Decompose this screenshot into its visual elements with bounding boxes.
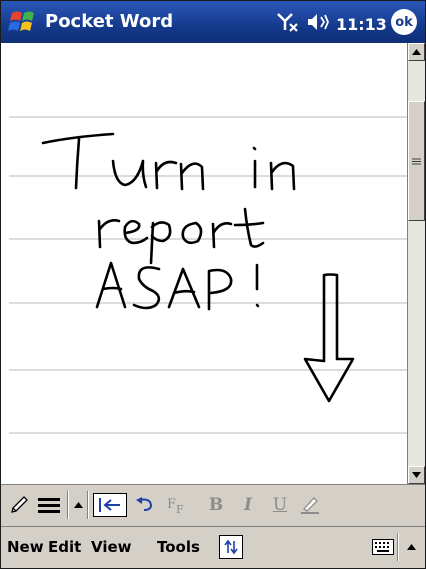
pocket-pc-window: Pocket Word 11:13 ok F F B I U New Edit … <box>0 0 426 569</box>
scrollbar-thumb[interactable] <box>408 101 425 221</box>
sort-icon[interactable] <box>219 535 243 559</box>
sip-chevron-up-icon[interactable] <box>401 536 421 558</box>
menubar-separator <box>397 533 399 561</box>
scroll-down-icon <box>412 472 421 478</box>
document-canvas[interactable] <box>1 43 407 484</box>
line-width-icon[interactable] <box>35 493 63 517</box>
vertical-scrollbar[interactable] <box>407 43 425 484</box>
menu-edit[interactable]: Edit <box>48 538 81 556</box>
title-bar: Pocket Word 11:13 ok <box>1 1 425 43</box>
keyboard-icon[interactable] <box>371 536 395 558</box>
chevron-up-icon[interactable] <box>71 493 85 517</box>
scroll-down-button[interactable] <box>408 466 425 484</box>
toolbar-separator <box>87 491 89 519</box>
undo-icon[interactable] <box>133 493 157 517</box>
handwriting-ink <box>41 132 355 403</box>
clock[interactable]: 11:13 <box>336 15 387 34</box>
bold-icon[interactable]: B <box>205 493 227 517</box>
formatting-toolbar: FF B I U <box>1 484 425 526</box>
ok-button[interactable]: ok <box>391 9 417 35</box>
app-title: Pocket Word <box>45 11 174 32</box>
svg-text:F: F <box>167 497 176 512</box>
status-area: 11:13 <box>276 11 387 37</box>
grip-icon <box>412 158 421 164</box>
signal-off-icon[interactable] <box>276 11 300 37</box>
italic-icon[interactable]: I <box>237 493 259 517</box>
scroll-up-icon <box>412 49 421 55</box>
menu-bar: New Edit View Tools <box>1 526 425 568</box>
start-menu-icon[interactable] <box>7 6 39 38</box>
indent-tool-icon[interactable] <box>93 493 127 517</box>
menu-tools[interactable]: Tools <box>157 538 200 556</box>
font-icon[interactable]: FF <box>165 493 191 517</box>
underline-icon[interactable]: U <box>269 493 291 517</box>
highlight-icon[interactable] <box>297 493 323 517</box>
menu-new[interactable]: New <box>7 538 44 556</box>
menu-view[interactable]: View <box>91 538 132 556</box>
toolbar-separator <box>67 491 69 519</box>
ruled-paper <box>9 116 407 434</box>
volume-icon[interactable] <box>306 11 330 37</box>
scroll-up-button[interactable] <box>408 43 425 61</box>
pen-icon[interactable] <box>7 493 31 517</box>
svg-text:F: F <box>176 503 184 514</box>
